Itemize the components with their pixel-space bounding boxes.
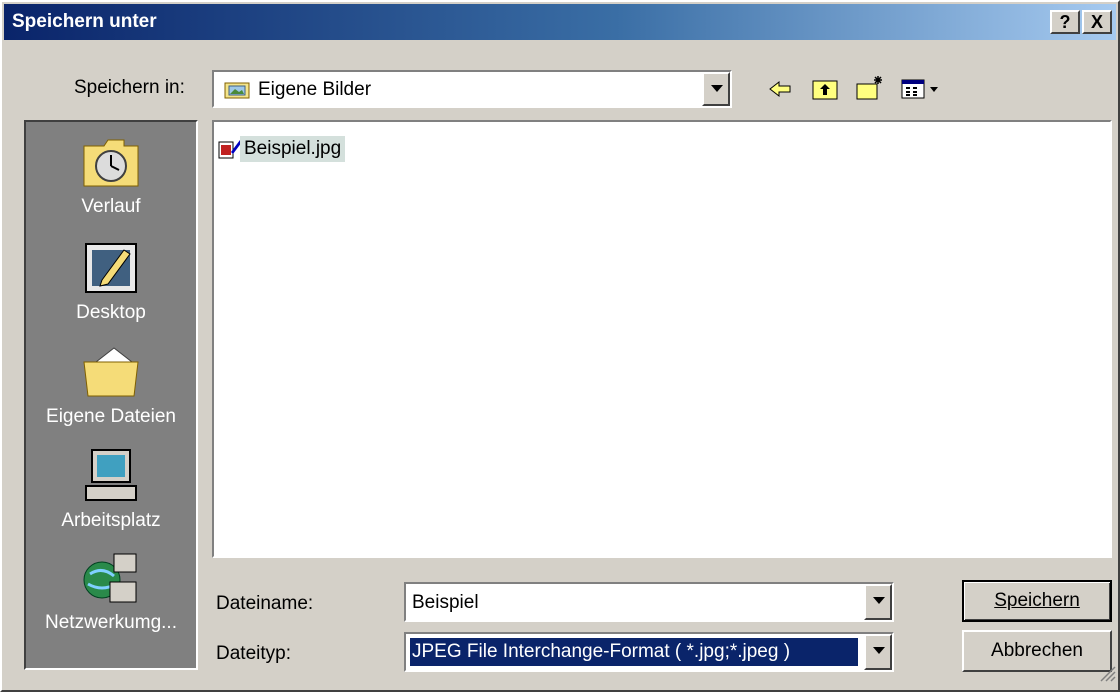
file-name: Beispiel.jpg bbox=[240, 136, 346, 162]
place-my-computer[interactable]: Arbeitsplatz bbox=[26, 448, 196, 532]
view-menu-icon[interactable] bbox=[900, 74, 944, 104]
filetype-value: JPEG File Interchange-Format ( *.jpg;*.j… bbox=[410, 638, 858, 666]
up-folder-icon[interactable] bbox=[810, 74, 840, 104]
history-icon bbox=[80, 134, 142, 190]
new-folder-icon[interactable] bbox=[854, 74, 884, 104]
filename-label: Dateiname: bbox=[216, 593, 314, 614]
back-arrow-icon[interactable] bbox=[766, 74, 796, 104]
title-bar[interactable]: Speichern unter ? X bbox=[4, 4, 1116, 40]
save-button[interactable]: Speichern bbox=[962, 580, 1112, 622]
file-list[interactable]: Beispiel.jpg bbox=[212, 120, 1112, 558]
desktop-icon bbox=[80, 240, 142, 296]
filetype-label: Dateityp: bbox=[216, 643, 291, 664]
place-desktop[interactable]: Desktop bbox=[26, 240, 196, 324]
save-in-dropdown-button[interactable] bbox=[702, 72, 730, 106]
place-my-documents[interactable]: Eigene Dateien bbox=[26, 344, 196, 428]
cancel-button[interactable]: Abbrechen bbox=[962, 630, 1112, 672]
place-label: Desktop bbox=[76, 302, 146, 323]
place-label: Netzwerkumg... bbox=[45, 612, 177, 633]
filename-combo[interactable]: Beispiel bbox=[404, 582, 894, 622]
place-label: Eigene Dateien bbox=[46, 406, 176, 427]
filetype-dropdown-button[interactable] bbox=[864, 634, 892, 670]
my-documents-icon bbox=[80, 344, 142, 400]
places-bar: Verlauf Desktop Eigene Dateien Arbeitspl… bbox=[24, 120, 198, 670]
save-in-value: Eigene Bilder bbox=[258, 79, 372, 100]
pictures-folder-icon bbox=[224, 79, 250, 105]
close-button[interactable]: X bbox=[1082, 10, 1112, 34]
filename-input[interactable]: Beispiel bbox=[412, 592, 479, 614]
filetype-combo[interactable]: JPEG File Interchange-Format ( *.jpg;*.j… bbox=[404, 632, 894, 672]
save-in-combo[interactable]: Eigene Bilder bbox=[212, 70, 732, 108]
network-icon bbox=[80, 550, 142, 606]
save-button-label: Speichern bbox=[994, 590, 1080, 611]
filename-dropdown-button[interactable] bbox=[864, 584, 892, 620]
resize-grip-icon[interactable] bbox=[1098, 664, 1116, 688]
jpg-file-icon bbox=[218, 138, 242, 166]
cancel-button-label: Abbrechen bbox=[991, 640, 1083, 661]
place-label: Arbeitsplatz bbox=[61, 510, 161, 531]
help-button[interactable]: ? bbox=[1050, 10, 1080, 34]
save-as-dialog: Speichern unter ? X Speichern in: Eigene… bbox=[0, 0, 1120, 692]
my-computer-icon bbox=[80, 448, 142, 504]
place-label: Verlauf bbox=[81, 196, 141, 217]
place-history[interactable]: Verlauf bbox=[26, 134, 196, 218]
save-in-label: Speichern in: bbox=[74, 77, 185, 98]
window-title: Speichern unter bbox=[12, 11, 157, 32]
place-network[interactable]: Netzwerkumg... bbox=[26, 550, 196, 634]
